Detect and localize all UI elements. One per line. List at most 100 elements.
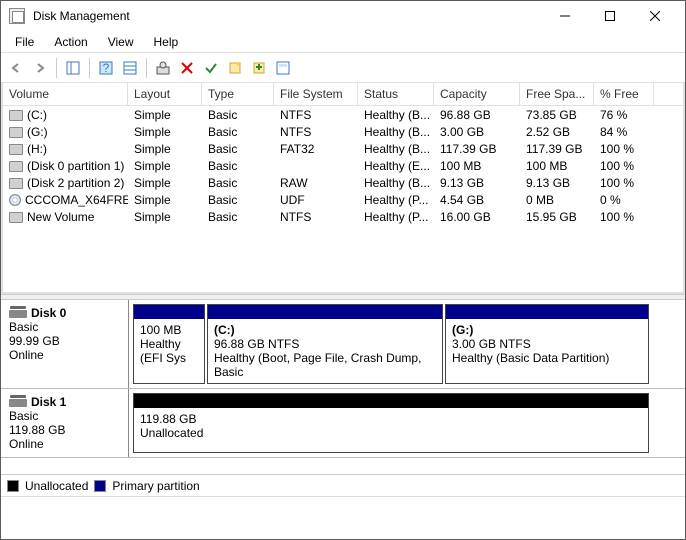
disk-row: Disk 0Basic99.99 GBOnline100 MBHealthy (… bbox=[1, 300, 685, 389]
cell-status: Healthy (B... bbox=[358, 108, 434, 122]
volume-row[interactable]: New VolumeSimpleBasicNTFSHealthy (P...16… bbox=[3, 208, 683, 225]
cell-volume: (G:) bbox=[27, 125, 48, 139]
menubar: File Action View Help bbox=[1, 31, 685, 53]
disk-size: 99.99 GB bbox=[9, 334, 120, 348]
cell-layout: Simple bbox=[128, 210, 202, 224]
partition-status: Healthy (Boot, Page File, Crash Dump, Ba… bbox=[214, 351, 436, 379]
disk-icon bbox=[9, 310, 27, 318]
partition-size: 3.00 GB NTFS bbox=[452, 337, 642, 351]
volume-row[interactable]: (G:)SimpleBasicNTFSHealthy (B...3.00 GB2… bbox=[3, 123, 683, 140]
cell-free: 117.39 GB bbox=[520, 142, 594, 156]
disk-title: Disk 0 bbox=[31, 306, 66, 320]
disk-partitions: 100 MBHealthy (EFI Sys(C:)96.88 GB NTFSH… bbox=[129, 300, 685, 388]
volume-row[interactable]: (C:)SimpleBasicNTFSHealthy (B...96.88 GB… bbox=[3, 106, 683, 123]
window-controls bbox=[542, 2, 677, 30]
minimize-button[interactable] bbox=[542, 2, 587, 30]
partition-header bbox=[208, 305, 442, 319]
partition-box[interactable]: (G:)3.00 GB NTFSHealthy (Basic Data Part… bbox=[445, 304, 649, 384]
col-layout[interactable]: Layout bbox=[128, 83, 202, 105]
cell-pctfree: 100 % bbox=[594, 176, 654, 190]
settings-icon[interactable] bbox=[119, 57, 141, 79]
partition-box[interactable]: 100 MBHealthy (EFI Sys bbox=[133, 304, 205, 384]
drive-icon bbox=[9, 194, 21, 206]
menu-view[interactable]: View bbox=[98, 33, 144, 51]
cell-layout: Simple bbox=[128, 125, 202, 139]
disk-partitions: 119.88 GBUnallocated bbox=[129, 389, 685, 457]
disk-state: Online bbox=[9, 348, 120, 362]
cell-free: 9.13 GB bbox=[520, 176, 594, 190]
cell-type: Basic bbox=[202, 210, 274, 224]
col-volume[interactable]: Volume bbox=[3, 83, 128, 105]
cell-status: Healthy (P... bbox=[358, 193, 434, 207]
help-icon[interactable]: ? bbox=[95, 57, 117, 79]
cell-free: 15.95 GB bbox=[520, 210, 594, 224]
cell-capacity: 100 MB bbox=[434, 159, 520, 173]
add-icon[interactable] bbox=[248, 57, 270, 79]
drive-icon bbox=[9, 144, 23, 155]
cell-type: Basic bbox=[202, 125, 274, 139]
cell-fs: NTFS bbox=[274, 108, 358, 122]
refresh-icon[interactable] bbox=[152, 57, 174, 79]
cell-volume: (Disk 2 partition 2) bbox=[27, 176, 124, 190]
new-icon[interactable] bbox=[224, 57, 246, 79]
cell-pctfree: 76 % bbox=[594, 108, 654, 122]
close-button[interactable] bbox=[632, 2, 677, 30]
svg-text:?: ? bbox=[103, 61, 110, 75]
partition-body: (C:)96.88 GB NTFSHealthy (Boot, Page Fil… bbox=[208, 319, 442, 383]
disk-type: Basic bbox=[9, 409, 120, 423]
volume-row[interactable]: CCCOMA_X64FRE...SimpleBasicUDFHealthy (P… bbox=[3, 191, 683, 208]
cell-free: 2.52 GB bbox=[520, 125, 594, 139]
maximize-button[interactable] bbox=[587, 2, 632, 30]
menu-help[interactable]: Help bbox=[144, 33, 189, 51]
disk-row: Disk 1Basic119.88 GBOnline119.88 GBUnall… bbox=[1, 389, 685, 458]
delete-icon[interactable] bbox=[176, 57, 198, 79]
cell-type: Basic bbox=[202, 176, 274, 190]
legend-label-primary: Primary partition bbox=[112, 479, 199, 493]
back-button[interactable] bbox=[5, 57, 27, 79]
toolbar-separator bbox=[56, 58, 57, 78]
cell-volume: (Disk 0 partition 1) bbox=[27, 159, 124, 173]
partition-size: 119.88 GB bbox=[140, 412, 642, 426]
cell-layout: Simple bbox=[128, 176, 202, 190]
graphical-view[interactable]: Disk 0Basic99.99 GBOnline100 MBHealthy (… bbox=[1, 300, 685, 474]
toolbar: ? bbox=[1, 53, 685, 83]
menu-action[interactable]: Action bbox=[44, 33, 97, 51]
disk-info[interactable]: Disk 1Basic119.88 GBOnline bbox=[1, 389, 129, 457]
volume-body[interactable]: (C:)SimpleBasicNTFSHealthy (B...96.88 GB… bbox=[3, 106, 683, 292]
drive-icon bbox=[9, 178, 23, 189]
volume-row[interactable]: (Disk 2 partition 2)SimpleBasicRAWHealth… bbox=[3, 174, 683, 191]
col-status[interactable]: Status bbox=[358, 83, 434, 105]
col-capacity[interactable]: Capacity bbox=[434, 83, 520, 105]
drive-icon bbox=[9, 212, 23, 223]
cell-pctfree: 100 % bbox=[594, 159, 654, 173]
properties-icon[interactable] bbox=[272, 57, 294, 79]
volume-row[interactable]: (H:)SimpleBasicFAT32Healthy (B...117.39 … bbox=[3, 140, 683, 157]
forward-button[interactable] bbox=[29, 57, 51, 79]
disk-size: 119.88 GB bbox=[9, 423, 120, 437]
col-pctfree[interactable]: % Free bbox=[594, 83, 654, 105]
legend-swatch-primary bbox=[94, 480, 106, 492]
partition-box[interactable]: 119.88 GBUnallocated bbox=[133, 393, 649, 453]
col-free[interactable]: Free Spa... bbox=[520, 83, 594, 105]
cell-layout: Simple bbox=[128, 108, 202, 122]
cell-pctfree: 0 % bbox=[594, 193, 654, 207]
volume-row[interactable]: (Disk 0 partition 1)SimpleBasicHealthy (… bbox=[3, 157, 683, 174]
titlebar[interactable]: Disk Management bbox=[1, 1, 685, 31]
cell-volume: (H:) bbox=[27, 142, 47, 156]
cell-volume: New Volume bbox=[27, 210, 94, 224]
disk-info[interactable]: Disk 0Basic99.99 GBOnline bbox=[1, 300, 129, 388]
partition-letter: (C:) bbox=[214, 323, 436, 337]
disk-type: Basic bbox=[9, 320, 120, 334]
legend-swatch-unallocated bbox=[7, 480, 19, 492]
col-filesystem[interactable]: File System bbox=[274, 83, 358, 105]
drive-icon bbox=[9, 127, 23, 138]
cell-capacity: 16.00 GB bbox=[434, 210, 520, 224]
legend-label-unallocated: Unallocated bbox=[25, 479, 88, 493]
cell-fs: UDF bbox=[274, 193, 358, 207]
show-hide-console-tree-icon[interactable] bbox=[62, 57, 84, 79]
apply-icon[interactable] bbox=[200, 57, 222, 79]
cell-fs: FAT32 bbox=[274, 142, 358, 156]
partition-box[interactable]: (C:)96.88 GB NTFSHealthy (Boot, Page Fil… bbox=[207, 304, 443, 384]
menu-file[interactable]: File bbox=[5, 33, 44, 51]
col-type[interactable]: Type bbox=[202, 83, 274, 105]
